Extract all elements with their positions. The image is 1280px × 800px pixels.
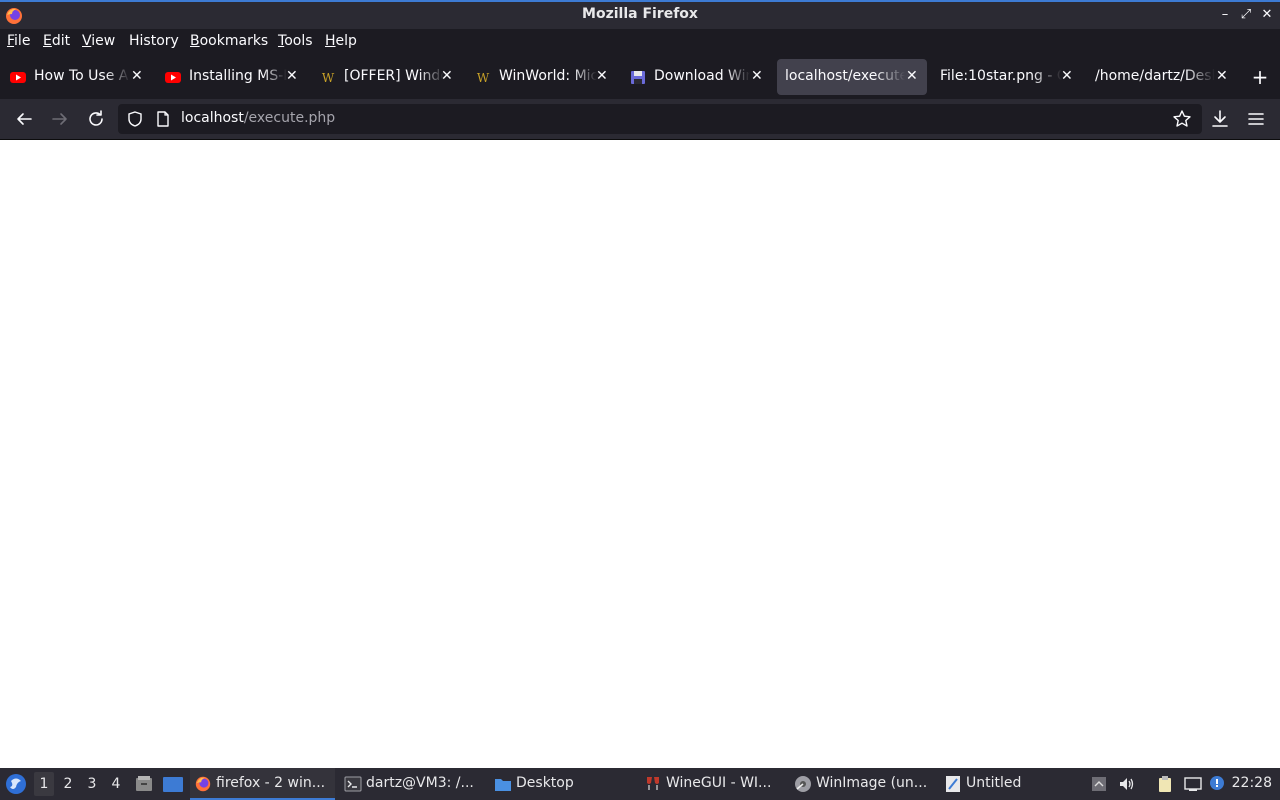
task-desktop-folder[interactable]: Desktop [490,768,635,800]
task-firefox[interactable]: firefox - 2 win... [190,768,335,800]
forward-icon[interactable] [48,107,72,131]
editor-icon [946,776,960,792]
folder-icon [495,779,511,791]
tab-label: Installing MS-D [189,68,287,84]
clipboard-icon[interactable] [1156,775,1174,793]
tab-label: Download Win [654,68,750,84]
workspace-4[interactable]: 4 [106,776,126,792]
menu-tools[interactable]: Tools [278,33,313,49]
menu-edit[interactable]: Edit [43,33,70,49]
tab-label: File:10star.png - C [940,68,1062,84]
task-label: dartz@VM3: /... [366,775,474,791]
tray-updates-icon[interactable] [1090,775,1108,793]
winworld-icon: W [320,70,336,85]
task-winegui[interactable]: WineGUI - WI... [640,768,785,800]
reload-icon[interactable] [84,107,108,131]
task-label: Untitled [966,775,1022,791]
network-icon[interactable] [1184,775,1202,793]
notification-icon[interactable] [1208,775,1226,793]
start-menu-icon[interactable] [5,773,27,795]
hamburger-menu-icon[interactable] [1244,107,1268,131]
tab[interactable]: /home/dartz/Desk ✕ [1087,59,1237,95]
close-tab-icon[interactable]: ✕ [1216,68,1228,84]
tab-label: /home/dartz/Desk [1095,68,1215,84]
tab[interactable]: Installing MS-D ✕ [157,59,307,95]
task-label: Desktop [516,775,574,791]
task-terminal[interactable]: dartz@VM3: /... [340,768,485,800]
menu-view[interactable]: View [82,33,115,49]
show-desktop-icon[interactable] [162,774,184,794]
terminal-icon [344,776,362,792]
menu-history[interactable]: History [129,33,179,49]
tracking-protection-shield-icon[interactable] [126,110,144,128]
back-icon[interactable] [12,107,36,131]
task-label: WinImage (un... [816,775,928,791]
tab[interactable]: How To Use A I ✕ [2,59,152,95]
task-label: WineGUI - WI... [666,775,772,791]
tab-strip: How To Use A I ✕ Installing MS-D ✕ W [OF… [0,55,1280,99]
tab-label: How To Use A I [34,68,130,84]
tab-label: WinWorld: Micr [499,68,597,84]
window-title: Mozilla Firefox [582,6,698,22]
volume-icon[interactable] [1118,775,1136,793]
file-manager-launcher-icon[interactable] [134,774,154,794]
close-tab-icon[interactable]: ✕ [1061,68,1073,84]
workspace-1[interactable]: 1 [34,772,54,796]
svg-text:W: W [477,71,490,85]
menu-bookmarks[interactable]: Bookmarks [190,33,268,49]
close-tab-icon[interactable]: ✕ [131,68,143,84]
taskbar: 1 2 3 4 firefox - 2 win... dartz@VM3: /.… [0,768,1280,800]
url-path: /execute.php [243,110,336,126]
menu-file[interactable]: File [7,33,30,49]
task-label: firefox - 2 win... [216,775,326,791]
tab[interactable]: W WinWorld: Micr ✕ [467,59,617,95]
tab-label: [OFFER] Windc [344,68,444,84]
tab-active[interactable]: localhost/execute ✕ [777,59,927,95]
firefox-icon [195,776,211,792]
url-bar[interactable]: localhost/execute.php [118,104,1202,134]
tab-label: localhost/execute [785,68,905,84]
close-tab-icon[interactable]: ✕ [286,68,298,84]
task-text-editor[interactable]: Untitled [940,768,1085,800]
workspace-3[interactable]: 3 [82,776,102,792]
winimage-icon [795,776,811,792]
menu-bar: File Edit View History Bookmarks Tools H… [0,29,1280,55]
tab[interactable]: File:10star.png - C ✕ [932,59,1082,95]
maximize-button[interactable]: ⤢ [1238,7,1254,23]
clock[interactable]: 22:28 [1232,775,1272,791]
page-info-icon[interactable] [154,110,172,128]
downloads-icon[interactable] [1208,107,1232,131]
menu-help[interactable]: Help [325,33,357,49]
tab[interactable]: W [OFFER] Windc ✕ [312,59,462,95]
url-host: localhost [181,110,244,126]
youtube-icon [165,72,181,83]
winworld-icon: W [475,70,491,85]
close-tab-icon[interactable]: ✕ [906,68,918,84]
url-text[interactable]: localhost/execute.php [181,110,335,126]
close-tab-icon[interactable]: ✕ [441,68,453,84]
wine-icon [647,777,659,790]
close-tab-icon[interactable]: ✕ [751,68,763,84]
new-tab-button[interactable]: + [1248,63,1272,91]
task-winimage[interactable]: WinImage (un... [790,768,935,800]
close-window-button[interactable]: ✕ [1259,7,1275,23]
floppy-icon [631,71,645,84]
workspace-2[interactable]: 2 [58,776,78,792]
svg-text:W: W [322,71,335,85]
bookmark-star-icon[interactable] [1172,109,1192,129]
window-titlebar[interactable]: Mozilla Firefox – ⤢ ✕ [0,0,1280,29]
tab[interactable]: Download Win ✕ [622,59,772,95]
page-content[interactable] [0,140,1280,768]
navigation-toolbar: localhost/execute.php [0,99,1280,140]
minimize-button[interactable]: – [1217,7,1233,23]
youtube-icon [10,72,26,83]
close-tab-icon[interactable]: ✕ [596,68,608,84]
